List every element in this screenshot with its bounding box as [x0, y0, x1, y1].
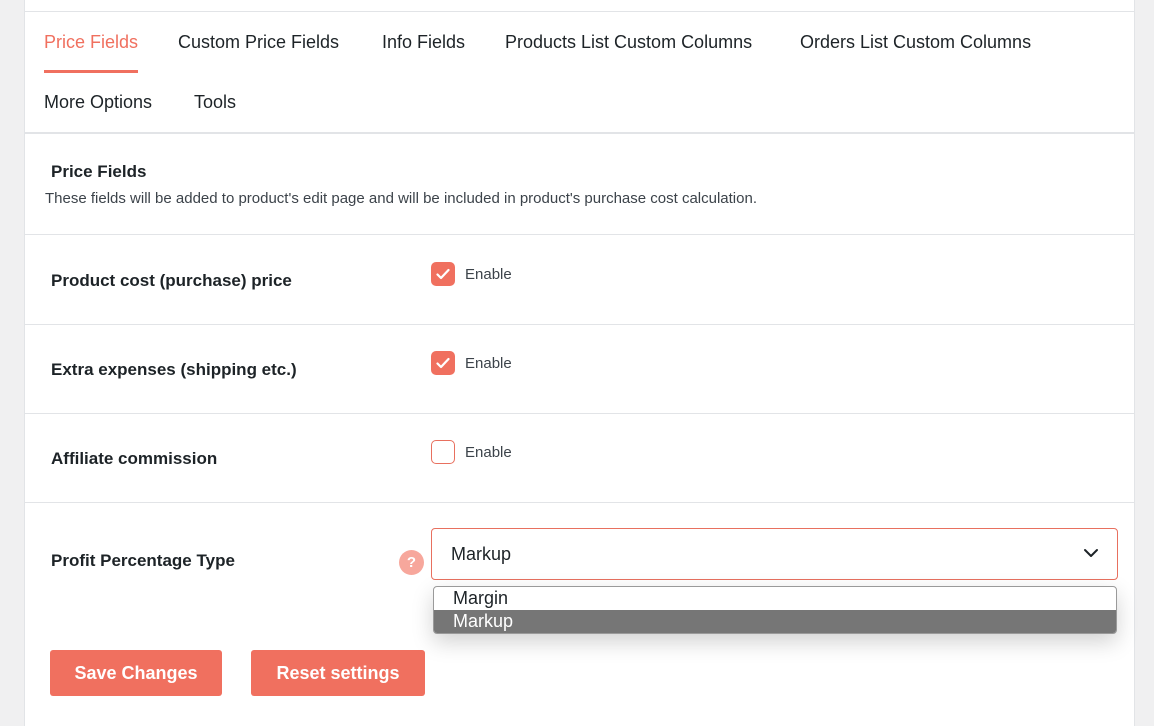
option-margin[interactable]: Margin: [434, 587, 1116, 610]
tab-more-options[interactable]: More Options: [44, 72, 152, 132]
tab-price-fields[interactable]: Price Fields: [44, 12, 139, 73]
section-description: These fields will be added to product's …: [45, 190, 757, 207]
option-markup[interactable]: Markup: [434, 610, 1116, 633]
chevron-down-icon: [1084, 549, 1098, 557]
save-changes-button[interactable]: Save Changes: [50, 650, 222, 696]
check-icon: [436, 357, 450, 369]
help-icon[interactable]: ?: [399, 550, 424, 575]
field-row-product-cost: Product cost (purchase) price Enable: [25, 235, 1134, 325]
tab-tools[interactable]: Tools: [194, 72, 236, 132]
extra-expenses-enable-checkbox[interactable]: [431, 351, 455, 375]
checkbox-group: Enable: [431, 440, 512, 464]
select-value: Markup: [451, 544, 512, 564]
tab-custom-price-fields[interactable]: Custom Price Fields: [178, 12, 339, 72]
checkbox-label: Enable: [465, 443, 512, 461]
check-icon: [436, 268, 450, 280]
field-label: Extra expenses (shipping etc.): [51, 360, 297, 379]
field-label: Product cost (purchase) price: [51, 271, 292, 290]
section-header: Price Fields These fields will be added …: [25, 134, 1134, 235]
profit-type-select[interactable]: Markup: [431, 528, 1118, 580]
checkbox-group: Enable: [431, 262, 512, 286]
field-label: Affiliate commission: [51, 449, 218, 468]
section-title: Price Fields: [51, 162, 147, 181]
checkbox-label: Enable: [465, 354, 512, 372]
field-label: Profit Percentage Type: [51, 551, 235, 570]
field-row-affiliate-commission: Affiliate commission Enable: [25, 413, 1134, 503]
profit-percentage-type-row: Profit Percentage Type ? Markup Margin M…: [25, 503, 1134, 634]
product-cost-enable-checkbox[interactable]: [431, 262, 455, 286]
profit-type-dropdown-list: Margin Markup: [433, 586, 1117, 634]
tab-orders-list-custom-columns[interactable]: Orders List Custom Columns: [800, 12, 1031, 72]
reset-settings-button[interactable]: Reset settings: [251, 650, 425, 696]
affiliate-commission-enable-checkbox[interactable]: [431, 440, 455, 464]
tab-products-list-custom-columns[interactable]: Products List Custom Columns: [505, 12, 752, 72]
tab-bar: Price Fields Custom Price Fields Info Fi…: [25, 12, 1134, 134]
settings-panel: Price Fields Custom Price Fields Info Fi…: [24, 0, 1135, 726]
tab-info-fields[interactable]: Info Fields: [382, 12, 465, 72]
checkbox-label: Enable: [465, 265, 512, 283]
field-row-extra-expenses: Extra expenses (shipping etc.) Enable: [25, 324, 1134, 414]
checkbox-group: Enable: [431, 351, 512, 375]
